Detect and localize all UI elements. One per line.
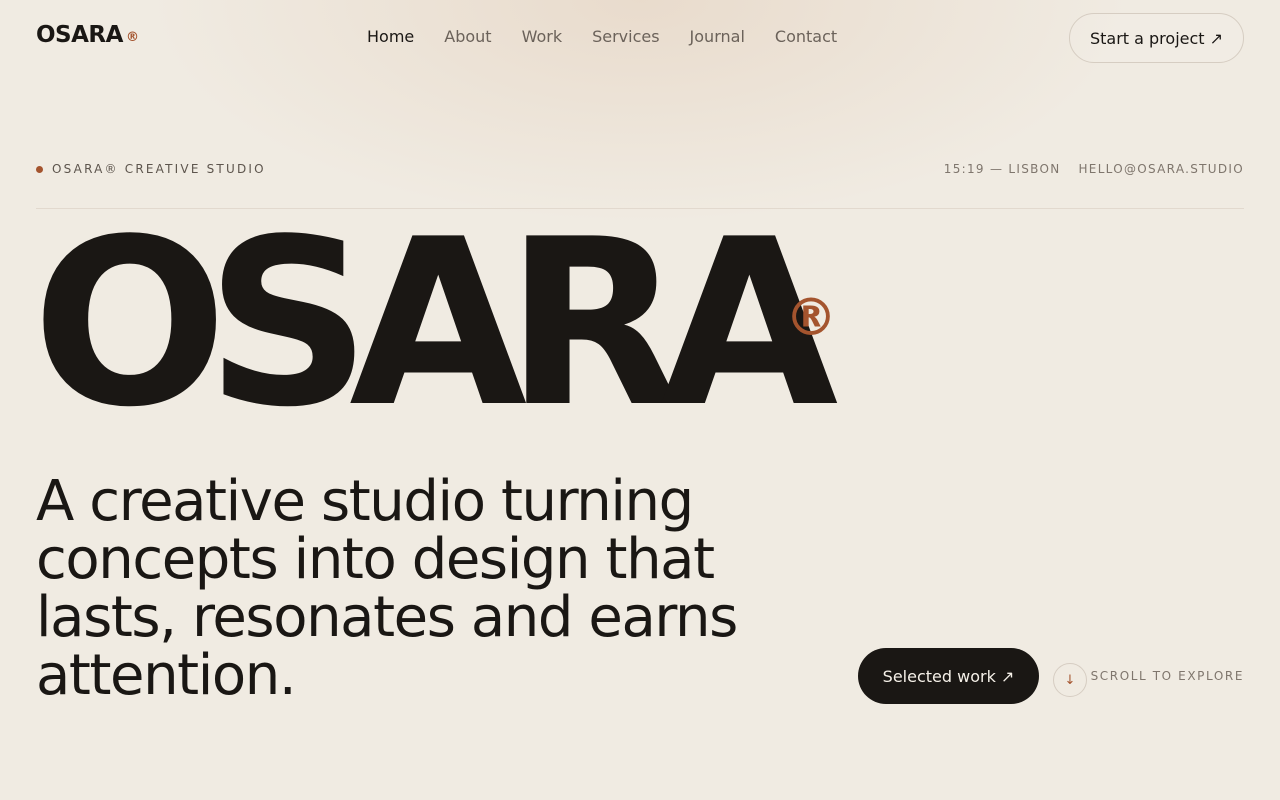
contact-email-link[interactable]: HELLO@OSARA.STUDIO	[1078, 162, 1244, 176]
hero-registered-mark: ®	[785, 288, 837, 348]
brand-logo[interactable]: OSARA ®	[36, 22, 139, 48]
nav-item-work[interactable]: Work	[522, 27, 563, 46]
nav-links: Home About Work Services Journal Contact	[367, 27, 837, 46]
studio-label-text: OSARA® CREATIVE STUDIO	[52, 162, 266, 176]
nav-item-about[interactable]: About	[444, 27, 491, 46]
brand-name: OSARA	[36, 22, 123, 48]
studio-label: OSARA® CREATIVE STUDIO	[36, 162, 266, 176]
scroll-to-explore-label: SCROLL TO EXPLORE	[1090, 669, 1244, 683]
start-project-button[interactable]: Start a project ↗	[1069, 13, 1244, 63]
meta-info: 15:19 — LISBON HELLO@OSARA.STUDIO	[944, 162, 1244, 176]
top-nav: OSARA ® Home About Work Services Journal …	[0, 0, 1280, 76]
hero-tagline: A creative studio turning concepts into …	[36, 469, 738, 708]
scroll-down-button[interactable]: ↓	[1053, 663, 1087, 697]
nav-item-journal[interactable]: Journal	[690, 27, 745, 46]
hero-wordmark: OSARA	[32, 191, 838, 458]
arrow-down-icon: ↓	[1064, 672, 1076, 688]
selected-work-button[interactable]: Selected work ↗	[858, 648, 1039, 704]
nav-item-services[interactable]: Services	[592, 27, 659, 46]
nav-item-home[interactable]: Home	[367, 27, 414, 46]
brand-registered-mark: ®	[125, 30, 139, 45]
local-time-location: 15:19 — LISBON	[943, 162, 1061, 176]
accent-dot-icon	[36, 165, 43, 173]
nav-item-contact[interactable]: Contact	[775, 27, 837, 46]
